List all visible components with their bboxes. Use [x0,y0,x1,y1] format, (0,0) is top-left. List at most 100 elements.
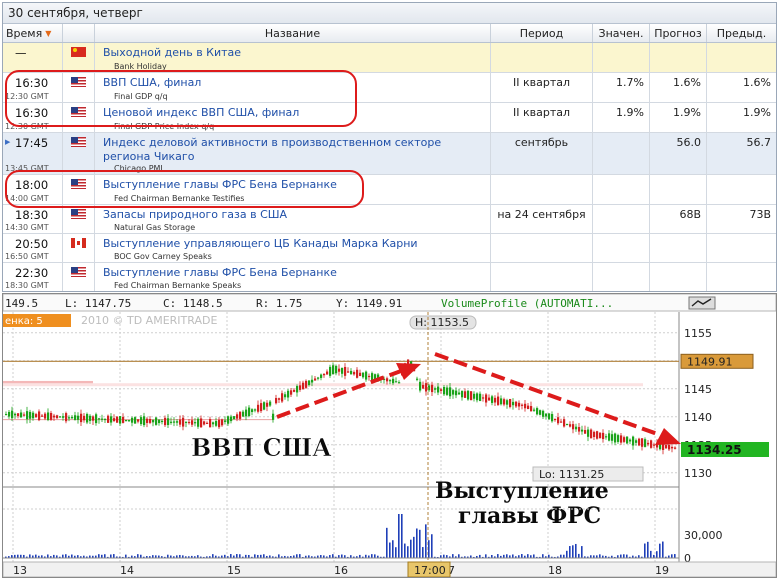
row-time: — [3,43,63,72]
candle-body [665,445,668,449]
candle-body [71,417,74,419]
candle-body [569,424,572,427]
row-forecast [650,43,707,72]
candle-body [194,422,197,424]
volume-bar [104,554,106,558]
candle-body [473,393,476,399]
volume-bar [620,554,622,558]
event-time: 17:45 [15,136,49,150]
event-name-link[interactable]: Выступление главы ФРС Бена Бернанке [103,266,337,280]
volume-profile-study[interactable]: VolumeProfile (AUTOMATI... [441,297,613,310]
candle-body [443,387,446,395]
candle-body [476,393,479,401]
price-chart[interactable]: 149.5 L: 1147.75 C: 1148.5 R: 1.75 Y: 1149.9… [2,293,777,578]
candle-body [629,439,632,442]
table-row[interactable]: ▶ 17:45 13:45 GMT Индекс деловой активности… [3,133,776,175]
header-flag [63,24,95,42]
volume-bar [230,554,232,558]
event-subtitle: BOC Gov Carney Speaks [114,252,212,261]
event-name-link[interactable]: Выходной день в Китае [103,46,241,60]
volume-bar [98,554,100,558]
table-row[interactable]: 20:50 16:50 GMT Выступление управляющего Ц… [3,234,776,263]
candle-body [647,442,650,445]
candle-body [179,419,182,425]
candle-body [77,415,80,420]
table-row[interactable]: 18:30 14:30 GMT Запасы природного газа в С… [3,205,776,234]
x-tick-label: 14 [120,564,134,577]
sort-arrow-icon[interactable]: ▼ [45,29,51,38]
volume-bar [341,554,343,558]
candle-body [668,444,671,450]
event-name-link[interactable]: Запасы природного газа в США [103,208,287,222]
volume-bar [332,554,334,558]
row-flag [63,205,95,233]
candle-body [26,411,29,420]
volume-bar [644,543,646,558]
highlight-ring-fed [5,170,364,208]
candle-body [551,414,554,422]
candle-body [671,446,674,449]
row-value [593,234,650,262]
candle-body [245,409,248,417]
candle-body [617,435,620,442]
volume-bar [527,554,529,558]
header-name[interactable]: Название [95,24,491,42]
candle-body [29,411,32,419]
volume-bar [299,554,301,558]
candle-body [605,436,608,438]
x-tick-label: 19 [655,564,669,577]
volume-bar [410,539,412,558]
row-period: на 24 сентября [491,205,593,233]
volume-bar [674,554,676,558]
high-label: H: 1153.5 [415,316,469,329]
candle-body [242,411,245,417]
event-time: 22:30 [15,266,49,280]
event-name-link[interactable]: Выступление управляющего ЦБ Канады Марка… [103,237,418,251]
volume-bar [137,554,139,558]
volume-bar [371,554,373,558]
event-name-link[interactable]: Индекс деловой активности в производстве… [103,136,443,164]
candle-body [272,413,275,420]
candle-body [254,409,257,411]
x-tick-label: 13 [13,564,27,577]
volume-bar [572,545,574,558]
volume-bar [581,546,583,558]
header-forecast[interactable]: Прогноз [650,24,707,42]
candle-body [533,409,536,411]
candle-body [86,413,89,423]
row-forecast [650,263,707,291]
volume-bar [71,554,73,558]
candle-body [251,409,254,413]
chart-canvas[interactable]: 149.5 L: 1147.75 C: 1148.5 R: 1.75 Y: 1149.9… [3,294,776,577]
row-name: Выступление главы ФРС Бена Бернанке Fed C… [95,263,491,291]
candle-body [500,398,503,405]
candle-body [200,418,203,428]
candle-body [359,372,362,377]
volume-bar [599,554,601,558]
row-period [491,43,593,72]
table-row[interactable]: 22:30 18:30 GMT Выступление главы ФРС Бена… [3,263,776,291]
candle-body [20,412,23,418]
header-time[interactable]: Время ▼ [3,24,63,42]
y-tick-label: 1145 [684,383,712,396]
candle-body [176,421,179,423]
expand-triangle-icon[interactable]: ▶ [5,138,10,146]
candle-body [185,421,188,423]
candle-body [263,402,266,410]
price-plot-area[interactable] [3,312,679,487]
volume-bar [254,554,256,558]
header-value[interactable]: Значен. [593,24,650,42]
volume-bar [404,543,406,558]
candle-body [38,411,41,421]
candle-body [248,407,251,417]
header-period[interactable]: Период [491,24,593,42]
candle-body [167,418,170,426]
volume-bar [431,534,433,558]
header-previous[interactable]: Предыд. [707,24,776,42]
volume-bar [35,554,37,558]
candle-body [638,438,641,446]
flag-cn-icon [71,47,86,57]
row-flag [63,43,95,72]
candle-body [278,398,281,400]
table-row[interactable]: — Выходной день в Китае Bank Holiday [3,43,776,73]
